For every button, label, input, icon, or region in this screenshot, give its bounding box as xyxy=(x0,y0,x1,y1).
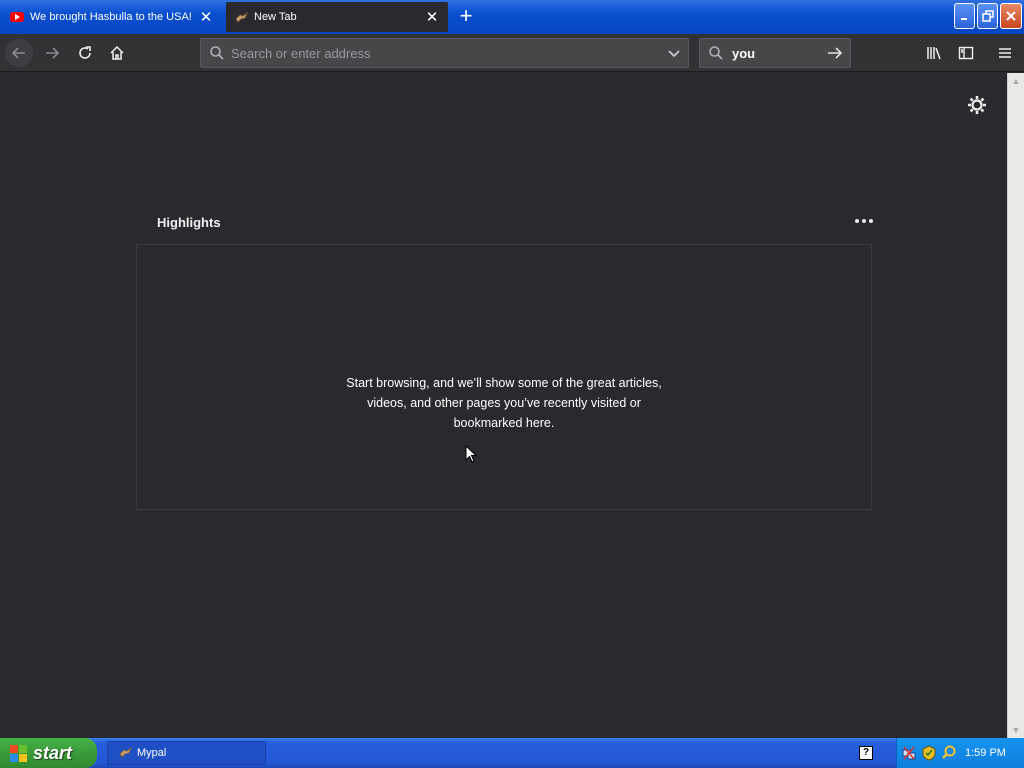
tab-youtube[interactable]: We brought Hasbulla to the USA! ✕ xyxy=(2,2,222,32)
title-bar: We brought Hasbulla to the USA! ✕ New Ta… xyxy=(0,0,1024,34)
back-arrow-icon xyxy=(11,47,25,59)
reload-icon xyxy=(79,46,91,59)
new-tab-page: Highlights Start browsing, and we’ll sho… xyxy=(0,73,1007,738)
address-input[interactable] xyxy=(231,43,651,63)
mypal-icon xyxy=(234,10,248,24)
chevron-down-icon[interactable] xyxy=(666,45,682,66)
mouse-cursor-icon xyxy=(465,444,478,470)
search-icon xyxy=(209,45,225,66)
empty-message-text: Start browsing, and we’ll show some of t… xyxy=(346,376,662,430)
library-button[interactable] xyxy=(920,39,948,67)
forward-button[interactable] xyxy=(38,39,66,67)
search-icon[interactable] xyxy=(941,745,957,761)
vertical-scrollbar[interactable]: ▲ ▼ xyxy=(1007,73,1024,738)
restore-button[interactable] xyxy=(977,3,998,29)
update-shield-icon[interactable] xyxy=(921,745,937,761)
hamburger-menu-icon xyxy=(999,48,1011,58)
taskbar-window-label: Mypal xyxy=(137,747,167,759)
sidebar-icon xyxy=(958,46,974,60)
menu-button[interactable] xyxy=(991,39,1019,67)
highlights-panel: Start browsing, and we’ll show some of t… xyxy=(136,244,872,510)
start-button[interactable]: start xyxy=(0,738,97,768)
search-bar[interactable]: you xyxy=(699,38,851,68)
search-input[interactable]: you xyxy=(732,46,755,61)
home-button[interactable] xyxy=(103,39,131,67)
minimize-button[interactable] xyxy=(954,3,975,29)
sidebar-button[interactable] xyxy=(952,39,980,67)
gear-icon[interactable] xyxy=(966,94,988,116)
back-button[interactable] xyxy=(5,39,33,67)
tab-title: We brought Hasbulla to the USA! xyxy=(30,11,192,23)
close-window-button[interactable] xyxy=(1000,3,1022,29)
address-bar[interactable] xyxy=(200,38,689,68)
more-options-icon[interactable] xyxy=(852,211,876,231)
tab-title: New Tab xyxy=(254,11,297,23)
go-arrow-icon[interactable] xyxy=(826,45,844,66)
mypal-icon xyxy=(118,745,132,762)
new-tab-button[interactable]: + xyxy=(454,5,478,29)
clock: 1:59 PM xyxy=(965,747,1006,759)
network-icon[interactable] xyxy=(901,745,917,761)
windows-logo-icon xyxy=(10,744,27,762)
forward-arrow-icon xyxy=(46,47,60,59)
taskbar-window-mypal[interactable]: Mypal xyxy=(107,741,266,765)
scroll-up-icon[interactable]: ▲ xyxy=(1008,73,1024,89)
system-tray: 1:59 PM xyxy=(896,738,1024,768)
navigation-toolbar: you xyxy=(0,34,1024,72)
close-tab-icon[interactable]: ✕ xyxy=(422,7,442,27)
start-label: start xyxy=(33,742,73,763)
highlights-empty-message: Start browsing, and we’ll show some of t… xyxy=(137,373,871,433)
home-icon xyxy=(110,45,124,60)
library-icon xyxy=(927,47,941,60)
scroll-down-icon[interactable]: ▼ xyxy=(1008,722,1024,738)
highlights-heading: Highlights xyxy=(157,215,221,230)
close-tab-icon[interactable]: ✕ xyxy=(196,7,216,27)
youtube-icon xyxy=(10,10,24,24)
help-icon[interactable]: ? xyxy=(859,746,873,760)
search-icon xyxy=(708,45,724,66)
tab-new-tab[interactable]: New Tab ✕ xyxy=(226,2,448,32)
reload-button[interactable] xyxy=(71,39,99,67)
